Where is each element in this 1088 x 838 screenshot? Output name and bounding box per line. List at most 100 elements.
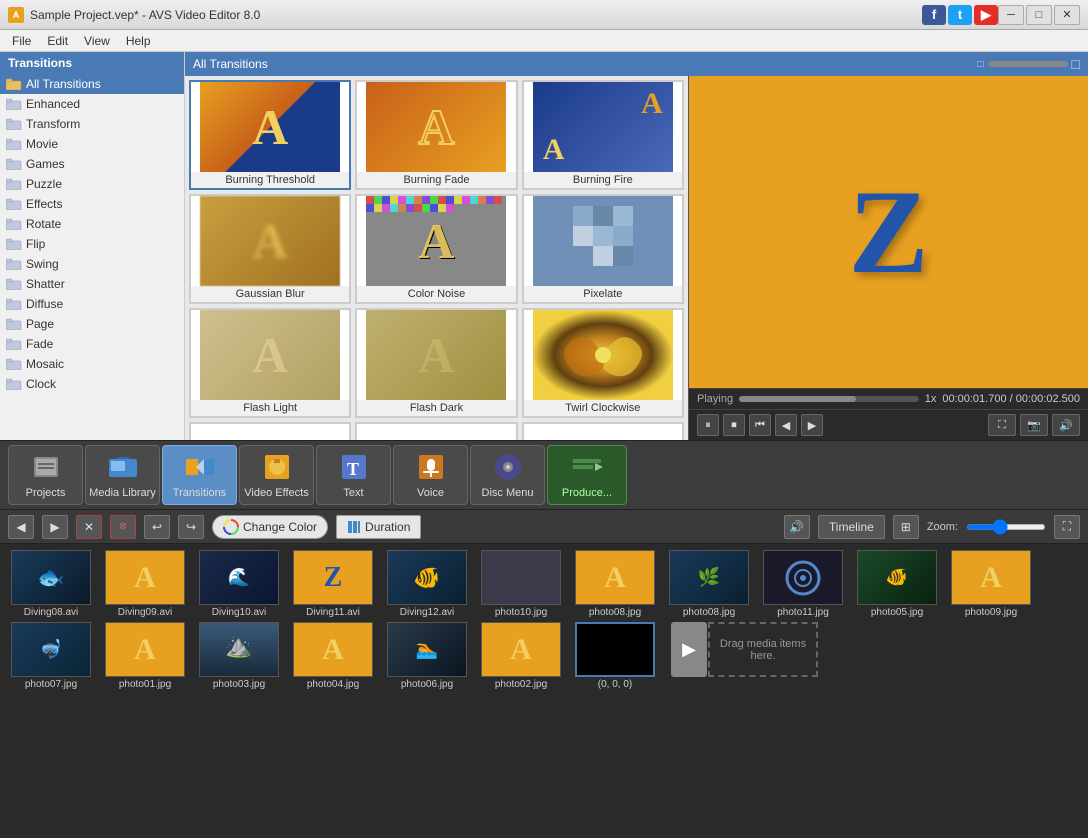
fit-view-btn[interactable]: ⛶ <box>1054 515 1080 539</box>
tool-disc-menu[interactable]: Disc Menu <box>470 445 545 505</box>
audio-btn[interactable]: 🔊 <box>784 515 810 539</box>
transition-partial-3[interactable] <box>522 422 684 440</box>
media-item-diving10[interactable]: 🌊 Diving10.avi <box>194 550 284 618</box>
tl-back[interactable]: ◀ <box>8 515 34 539</box>
tool-media-library[interactable]: Media Library <box>85 445 160 505</box>
media-item-photo03[interactable]: ⛰️ photo03.jpg <box>194 622 284 690</box>
tool-projects[interactable]: Projects <box>8 445 83 505</box>
tl-undo[interactable]: ↩ <box>144 515 170 539</box>
menu-view[interactable]: View <box>76 32 118 50</box>
tool-text[interactable]: T Text <box>316 445 391 505</box>
menu-file[interactable]: File <box>4 32 39 50</box>
transition-img-flash-light: A <box>200 310 340 400</box>
sidebar-item-transform[interactable]: Transform <box>0 114 184 134</box>
tool-produce[interactable]: Produce... <box>547 445 627 505</box>
transition-burning-fade[interactable]: A Burning Fade <box>355 80 517 190</box>
media-item-diving11[interactable]: Z Diving11.avi <box>288 550 378 618</box>
sidebar-item-flip[interactable]: Flip <box>0 234 184 254</box>
prev-button[interactable]: ⏮ <box>749 414 771 436</box>
youtube-icon[interactable]: ▶ <box>974 5 998 25</box>
step-back-button[interactable]: ◀ <box>775 414 797 436</box>
voice-icon <box>415 451 447 483</box>
sidebar-item-games[interactable]: Games <box>0 154 184 174</box>
diving08-icon: 🐟 <box>37 565 64 591</box>
close-button[interactable]: ✕ <box>1054 5 1080 25</box>
media-item-photo01[interactable]: A photo01.jpg <box>100 622 190 690</box>
sidebar-item-shatter[interactable]: Shatter <box>0 274 184 294</box>
media-item-photo10[interactable]: photo10.jpg <box>476 550 566 618</box>
media-item-diving12[interactable]: 🐠 Diving12.avi <box>382 550 472 618</box>
size-slider[interactable] <box>988 61 1068 67</box>
media-item-photo06[interactable]: 🏊 photo06.jpg <box>382 622 472 690</box>
sidebar-item-page[interactable]: Page <box>0 314 184 334</box>
a-icon-placeholder: A <box>604 561 626 595</box>
maximize-button[interactable]: □ <box>1026 5 1052 25</box>
grid-view-btn[interactable]: ⊞ <box>893 515 919 539</box>
sidebar-item-rotate[interactable]: Rotate <box>0 214 184 234</box>
sidebar-item-mosaic[interactable]: Mosaic <box>0 354 184 374</box>
media-item-photo08-placeholder[interactable]: A photo08.jpg <box>570 550 660 618</box>
media-item-diving09[interactable]: A Diving09.avi <box>100 550 190 618</box>
media-item-black[interactable]: (0, 0, 0) <box>570 622 660 690</box>
media-item-photo02[interactable]: A photo02.jpg <box>476 622 566 690</box>
tool-transitions[interactable]: Transitions <box>162 445 237 505</box>
facebook-icon[interactable]: f <box>922 5 946 25</box>
menu-edit[interactable]: Edit <box>39 32 76 50</box>
playback-slider[interactable] <box>739 396 919 402</box>
media-item-photo07[interactable]: 🤿 photo07.jpg <box>6 622 96 690</box>
screenshot-button[interactable]: 📷 <box>1020 414 1048 436</box>
tool-video-effects[interactable]: Video Effects <box>239 445 314 505</box>
tl-redo[interactable]: ↪ <box>178 515 204 539</box>
media-thumb-photo10 <box>481 550 561 605</box>
volume-button[interactable]: 🔊 <box>1052 414 1080 436</box>
transition-color-noise[interactable]: A Color Noise <box>355 194 517 304</box>
pause-button[interactable]: ⏸ <box>697 414 719 436</box>
media-item-photo08[interactable]: 🌿 photo08.jpg <box>664 550 754 618</box>
zoom-slider[interactable] <box>966 524 1046 530</box>
transition-flash-light[interactable]: A Flash Light <box>189 308 351 418</box>
change-color-btn[interactable]: Change Color <box>212 515 328 539</box>
sidebar-item-swing[interactable]: Swing <box>0 254 184 274</box>
fullscreen-button[interactable]: ⛶ <box>988 414 1016 436</box>
transition-burning-threshold[interactable]: A Burning Threshold <box>189 80 351 190</box>
media-item-photo11[interactable]: photo11.jpg <box>758 550 848 618</box>
transition-twirl-clockwise[interactable]: Twirl Clockwise <box>522 308 684 418</box>
twitter-icon[interactable]: t <box>948 5 972 25</box>
transition-burning-fire[interactable]: A A Burning Fire <box>522 80 684 190</box>
tl-delete[interactable]: ✕ <box>76 515 102 539</box>
menu-help[interactable]: Help <box>118 32 159 50</box>
sidebar-item-enhanced[interactable]: Enhanced <box>0 94 184 114</box>
zoom-label: Zoom: <box>927 521 958 533</box>
transition-pixelate[interactable]: Pixelate <box>522 194 684 304</box>
tl-forward[interactable]: ▶ <box>42 515 68 539</box>
media-item-photo09[interactable]: A photo09.jpg <box>946 550 1036 618</box>
step-forward-button[interactable]: ▶ <box>801 414 823 436</box>
projects-label: Projects <box>26 487 66 499</box>
current-time: 00:00:01.700 / 00:00:02.500 <box>942 393 1080 405</box>
media-item-photo04[interactable]: A photo04.jpg <box>288 622 378 690</box>
sidebar-item-diffuse[interactable]: Diffuse <box>0 294 184 314</box>
timeline-view-btn[interactable]: Timeline <box>818 515 885 539</box>
transition-img-pixelate <box>533 196 673 286</box>
transition-gaussian-blur[interactable]: A Gaussian Blur <box>189 194 351 304</box>
tool-voice[interactable]: Voice <box>393 445 468 505</box>
minimize-button[interactable]: ─ <box>998 5 1024 25</box>
tl-delete-all[interactable]: ⊗ <box>110 515 136 539</box>
stop-button[interactable]: ⏹ <box>723 414 745 436</box>
games-label: Games <box>26 157 65 171</box>
sidebar-item-clock[interactable]: Clock <box>0 374 184 394</box>
duration-btn[interactable]: Duration <box>336 515 421 539</box>
transition-partial-2[interactable] <box>355 422 517 440</box>
media-item-diving08[interactable]: 🐟 Diving08.avi <box>6 550 96 618</box>
transition-flash-dark[interactable]: A Flash Dark <box>355 308 517 418</box>
sidebar-item-movie[interactable]: Movie <box>0 134 184 154</box>
timeline-toolbar: ◀ ▶ ✕ ⊗ ↩ ↪ Change Color Duration 🔊 Time… <box>0 510 1088 544</box>
media-item-photo05[interactable]: 🐠 photo05.jpg <box>852 550 942 618</box>
arrow-right-btn[interactable]: ▶ <box>671 622 707 677</box>
sidebar-item-effects[interactable]: Effects <box>0 194 184 214</box>
transition-partial-1[interactable] <box>189 422 351 440</box>
sidebar-item-fade[interactable]: Fade <box>0 334 184 354</box>
fire-right-letter: A <box>641 87 663 121</box>
sidebar-item-puzzle[interactable]: Puzzle <box>0 174 184 194</box>
sidebar-item-all-transitions[interactable]: All Transitions <box>0 74 184 94</box>
